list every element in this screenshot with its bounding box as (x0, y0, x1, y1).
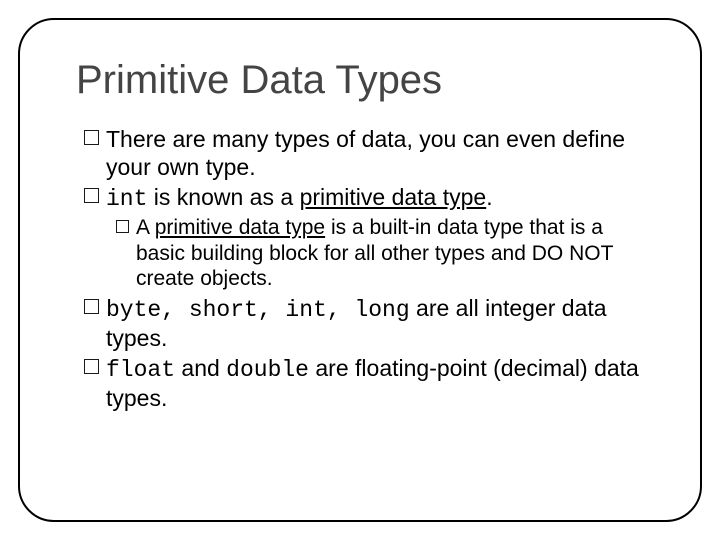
code-text: double (226, 357, 309, 383)
text: and (175, 355, 226, 381)
text: . (486, 184, 492, 210)
code-text: int (106, 186, 147, 212)
text: A (136, 216, 155, 239)
slide-body: There are many types of data, you can ev… (84, 125, 652, 412)
list-item: float and double are floating-point (dec… (84, 354, 652, 412)
bullet-list: There are many types of data, you can ev… (84, 125, 652, 412)
list-item: int is known as a primitive data type. A… (84, 183, 652, 292)
code-text: float (106, 357, 175, 383)
list-item: byte, short, int, long are all integer d… (84, 294, 652, 352)
slide: Primitive Data Types There are many type… (0, 0, 720, 540)
list-item: A primitive data type is a built-in data… (116, 215, 652, 292)
text: is known as a (147, 184, 299, 210)
underlined-text: primitive data type (300, 184, 487, 210)
sub-bullet-list: A primitive data type is a built-in data… (116, 215, 652, 292)
underlined-text: primitive data type (155, 216, 325, 239)
code-text: byte, short, int, long (106, 297, 410, 323)
slide-title: Primitive Data Types (76, 58, 662, 103)
list-item: There are many types of data, you can ev… (84, 125, 652, 181)
text: There are many types of data, you can ev… (106, 126, 625, 180)
